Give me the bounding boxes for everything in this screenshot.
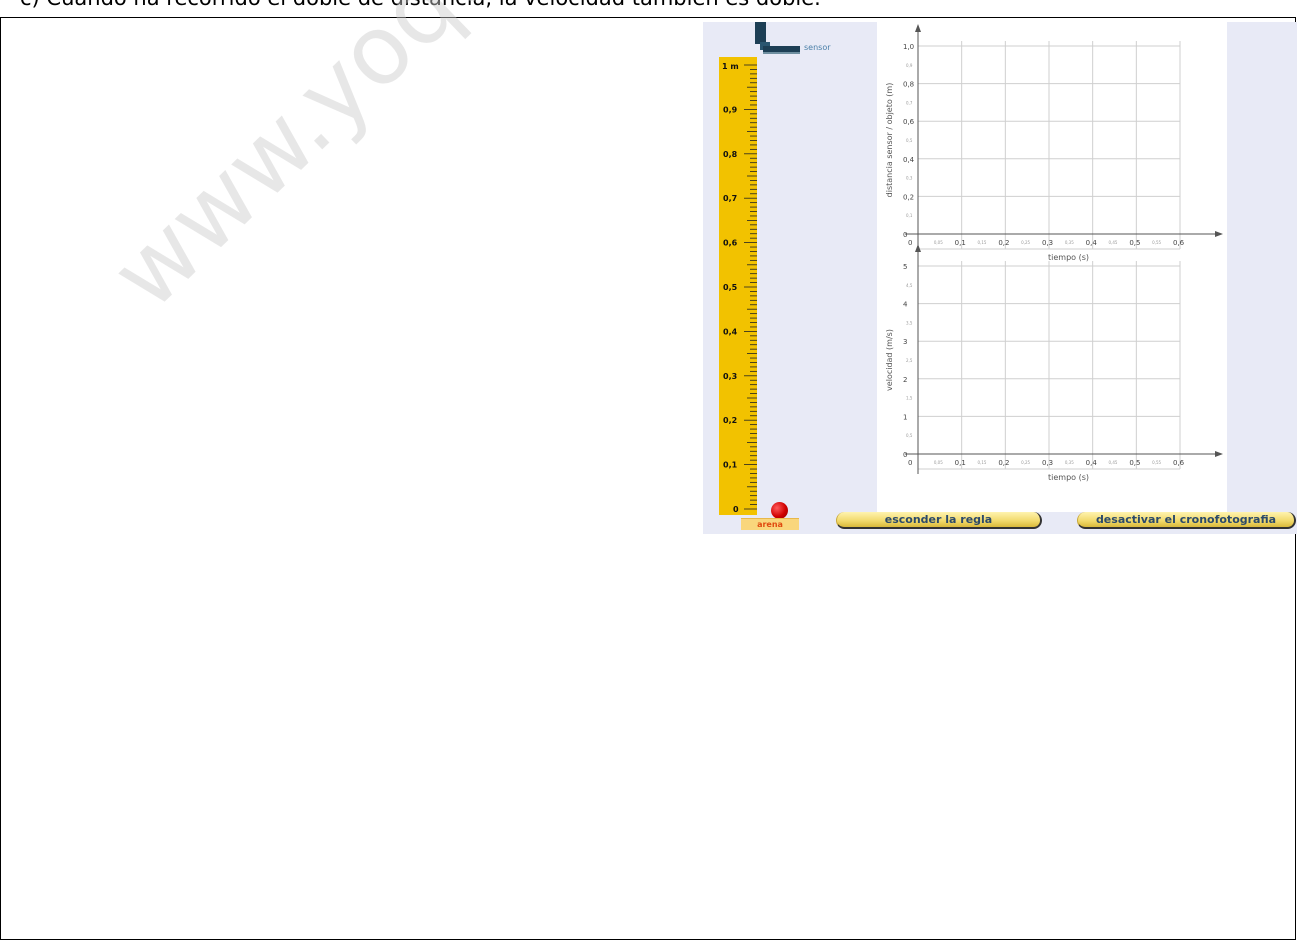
chronophotography-button[interactable]: desactivar el cronofotografia bbox=[1077, 512, 1296, 529]
x-axis-label: tiempo (s) bbox=[1048, 473, 1089, 482]
x-minor-label: 0,35 bbox=[1065, 460, 1074, 465]
x-minor-label: 0,15 bbox=[978, 460, 987, 465]
arena-base: arena bbox=[741, 518, 799, 530]
ruler-label: 1 m bbox=[722, 62, 739, 71]
y-axis-arrow-icon bbox=[915, 24, 921, 32]
x-axis-label: tiempo (s) bbox=[1048, 253, 1089, 262]
y-minor-label: 0,3 bbox=[906, 176, 913, 181]
x-tick-label: 0,5 bbox=[1129, 459, 1140, 467]
y-tick-label: 4 bbox=[903, 301, 908, 309]
ruler-label: 0,4 bbox=[723, 327, 738, 336]
ruler-label: 0,5 bbox=[723, 283, 738, 292]
x-minor-label: 0,55 bbox=[1152, 240, 1161, 245]
x-tick-label: 0,3 bbox=[1042, 459, 1053, 467]
sensor-icon bbox=[763, 46, 800, 54]
ruler-label: 0,2 bbox=[723, 416, 737, 425]
y-minor-label: 0,5 bbox=[906, 138, 913, 143]
arena-label: arena bbox=[757, 520, 783, 529]
x-tick-label: 0 bbox=[908, 239, 912, 247]
ruler-label: 0,9 bbox=[723, 105, 738, 114]
y-tick-label: 0,2 bbox=[903, 193, 914, 201]
red-ball[interactable] bbox=[771, 502, 788, 519]
x-axis-arrow-icon bbox=[1215, 231, 1223, 237]
x-tick-label: 0 bbox=[908, 459, 912, 467]
ruler-scale: 1 m 0,9 0,8 0,7 0,6 0,5 0,4 0,3 0,2 0,1 0 bbox=[722, 62, 757, 514]
x-tick-label: 0,2 bbox=[998, 239, 1009, 247]
ruler-label: 0,1 bbox=[723, 461, 738, 470]
y-axis-arrow-icon bbox=[915, 244, 921, 252]
ruler-label: 0,6 bbox=[723, 239, 738, 248]
x-minor-label: 0,15 bbox=[978, 240, 987, 245]
hide-ruler-button[interactable]: esconder la regla bbox=[836, 512, 1042, 529]
x-minor-label: 0,05 bbox=[934, 240, 943, 245]
y-minor-label: 4,5 bbox=[906, 283, 913, 288]
ruler-label: 0,8 bbox=[723, 150, 738, 159]
y-minor-label: 0,9 bbox=[906, 63, 913, 68]
y-tick-label: 1,0 bbox=[903, 43, 914, 51]
x-minor-label: 0,05 bbox=[934, 460, 943, 465]
y-tick-label: 1 bbox=[903, 413, 907, 421]
y-tick-label: 0 bbox=[903, 451, 907, 459]
y-tick-label: 0,8 bbox=[903, 81, 914, 89]
x-tick-label: 0,1 bbox=[955, 459, 966, 467]
ruler-label: 0 bbox=[733, 505, 739, 514]
x-tick-label: 0,4 bbox=[1086, 459, 1098, 467]
x-tick-label: 0,1 bbox=[955, 239, 966, 247]
y-minor-label: 0,1 bbox=[906, 213, 913, 218]
y-axis-label: velocidad (m/s) bbox=[885, 329, 894, 391]
x-tick-label: 0,3 bbox=[1042, 239, 1053, 247]
y-tick-label: 0 bbox=[903, 231, 907, 239]
sensor-label: sensor bbox=[804, 43, 831, 52]
ruler-label: 0,3 bbox=[723, 372, 737, 381]
y-tick-label: 0,6 bbox=[903, 118, 915, 126]
x-minor-label: 0,55 bbox=[1152, 460, 1161, 465]
x-tick-label: 0,6 bbox=[1173, 459, 1185, 467]
y-minor-label: 0,5 bbox=[906, 433, 913, 438]
x-minor-label: 0,25 bbox=[1021, 240, 1030, 245]
x-tick-label: 0,5 bbox=[1129, 239, 1140, 247]
x-minor-label: 0,25 bbox=[1021, 460, 1030, 465]
y-minor-label: 1,5 bbox=[906, 396, 913, 401]
y-minor-label: 2,5 bbox=[906, 358, 913, 363]
header-text: c) Cuando ha recorrido el doble de dista… bbox=[20, 0, 821, 10]
x-minor-label: 0,35 bbox=[1065, 240, 1074, 245]
y-minor-label: 0,7 bbox=[906, 100, 913, 105]
simulation-panel: sensor 1 m 0,9 0,8 0,7 0,6 0,5 0,4 0,3 0,2 0,1 0 a… bbox=[703, 22, 1297, 534]
x-tick-label: 0,2 bbox=[998, 459, 1009, 467]
x-tick-label: 0,6 bbox=[1173, 239, 1185, 247]
y-tick-label: 5 bbox=[903, 263, 907, 271]
graphs-area: 1,0 0,8 0,6 0,4 0,2 0 0,9 0,7 0,5 0,3 0,1 0 0,1 0,2 0,… bbox=[877, 22, 1227, 512]
x-axis-arrow-icon bbox=[1215, 451, 1223, 457]
ruler-label: 0,7 bbox=[723, 194, 737, 203]
y-axis-label: distancia sensor / objeto (m) bbox=[885, 83, 894, 198]
y-tick-label: 0,4 bbox=[903, 156, 915, 164]
x-minor-label: 0,45 bbox=[1109, 240, 1118, 245]
graphs-svg: 1,0 0,8 0,6 0,4 0,2 0 0,9 0,7 0,5 0,3 0,1 0 0,1 0,2 0,… bbox=[885, 24, 1223, 482]
y-tick-label: 2 bbox=[903, 376, 907, 384]
y-tick-label: 3 bbox=[903, 338, 907, 346]
x-minor-label: 0,45 bbox=[1109, 460, 1118, 465]
ruler: 1 m 0,9 0,8 0,7 0,6 0,5 0,4 0,3 0,2 0,1 0 bbox=[719, 57, 757, 515]
y-minor-label: 3,5 bbox=[906, 320, 913, 325]
sensor-mount-icon bbox=[755, 22, 766, 44]
x-tick-label: 0,4 bbox=[1086, 239, 1098, 247]
